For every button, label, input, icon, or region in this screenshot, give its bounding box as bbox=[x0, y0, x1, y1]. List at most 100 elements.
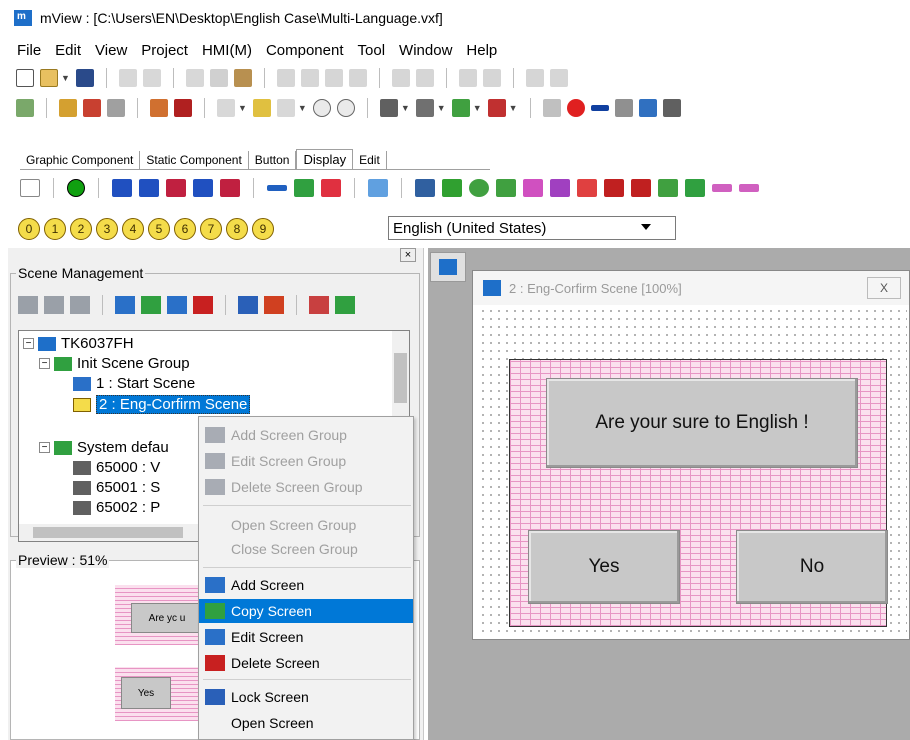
tab-edit[interactable]: Edit bbox=[353, 151, 387, 169]
user-log-icon[interactable] bbox=[631, 179, 651, 197]
align-top-icon[interactable] bbox=[300, 69, 319, 87]
delete-group-icon[interactable] bbox=[70, 296, 90, 314]
compile-icon[interactable] bbox=[107, 99, 125, 117]
tree-item-start-scene[interactable]: 1 : Start Scene bbox=[73, 375, 195, 392]
edit-screen-icon[interactable] bbox=[167, 296, 187, 314]
menu-window[interactable]: Window bbox=[392, 42, 459, 59]
tab-display[interactable]: Display bbox=[296, 149, 354, 169]
menu-component[interactable]: Component bbox=[259, 42, 351, 59]
scatter-icon[interactable] bbox=[550, 179, 570, 197]
user-icon[interactable] bbox=[658, 179, 678, 197]
data-table-icon[interactable] bbox=[577, 179, 597, 197]
back-icon[interactable] bbox=[685, 179, 705, 197]
collapse-icon[interactable]: − bbox=[39, 442, 50, 453]
tab-button[interactable]: Button bbox=[249, 151, 297, 169]
language-index-8[interactable]: 8 bbox=[226, 218, 248, 240]
layout-dropdown-icon[interactable]: ▼ bbox=[298, 103, 307, 113]
add-screen-icon[interactable] bbox=[115, 296, 135, 314]
font-icon[interactable] bbox=[549, 69, 568, 87]
edit-group-icon[interactable] bbox=[44, 296, 64, 314]
pen-icon[interactable] bbox=[451, 99, 470, 117]
open-screen-icon[interactable] bbox=[264, 296, 284, 314]
pointer-icon[interactable] bbox=[20, 179, 40, 197]
save-icon[interactable] bbox=[75, 69, 94, 87]
curve-icon[interactable] bbox=[739, 184, 759, 192]
tree-group-init[interactable]: − Init Scene Group bbox=[39, 355, 190, 372]
window-dropdown-icon[interactable]: ▼ bbox=[238, 103, 247, 113]
collapse-icon[interactable]: − bbox=[23, 338, 34, 349]
export-icon[interactable] bbox=[335, 296, 355, 314]
ascii-display-icon[interactable] bbox=[139, 179, 159, 197]
menu-close-screen-group[interactable]: Close Screen Group bbox=[199, 537, 413, 561]
menu-open-screen[interactable]: Open Screen bbox=[199, 711, 413, 735]
network-dropdown-icon[interactable]: ▼ bbox=[401, 103, 410, 113]
order-icon[interactable] bbox=[525, 69, 544, 87]
open-dropdown-icon[interactable]: ▼ bbox=[61, 73, 70, 83]
ungroup-icon[interactable] bbox=[482, 69, 501, 87]
menu-add-screen-group[interactable]: Add Screen Group bbox=[199, 423, 413, 447]
xy-plot-icon[interactable] bbox=[523, 179, 543, 197]
trend-icon[interactable] bbox=[368, 179, 388, 197]
arrow-right-icon[interactable] bbox=[590, 105, 609, 111]
tree-group-system[interactable]: − System defau bbox=[39, 439, 169, 456]
redo-icon[interactable] bbox=[142, 69, 161, 87]
network-icon[interactable] bbox=[379, 99, 398, 117]
bar-graph-icon[interactable] bbox=[267, 185, 287, 191]
new-file-icon[interactable] bbox=[16, 69, 34, 87]
alarm-list-icon[interactable] bbox=[496, 179, 516, 197]
list-icon[interactable] bbox=[16, 99, 34, 117]
menu-copy-screen[interactable]: Copy Screen bbox=[199, 599, 413, 623]
collapse-icon[interactable]: − bbox=[39, 358, 50, 369]
lamp-icon[interactable] bbox=[67, 179, 85, 197]
simulate-online-icon[interactable] bbox=[174, 99, 192, 117]
bit-display-icon[interactable] bbox=[166, 179, 186, 197]
sound-icon[interactable] bbox=[614, 99, 633, 117]
tree-item-sys3[interactable]: 65002 : P bbox=[73, 499, 160, 516]
recipe-icon[interactable] bbox=[442, 179, 462, 197]
align-left-icon[interactable] bbox=[276, 69, 295, 87]
scene-window-titlebar[interactable]: 2 : Eng-Corfirm Scene [100%] bbox=[473, 271, 909, 305]
picture-icon[interactable] bbox=[638, 99, 657, 117]
same-width-icon[interactable] bbox=[391, 69, 410, 87]
paste-icon[interactable] bbox=[233, 69, 252, 87]
menu-lock-screen[interactable]: Lock Screen bbox=[199, 685, 413, 709]
cut-icon[interactable] bbox=[185, 69, 204, 87]
menu-delete-screen[interactable]: Delete Screen bbox=[199, 651, 413, 675]
menu-help[interactable]: Help bbox=[459, 42, 504, 59]
scrollbar-thumb[interactable] bbox=[33, 527, 183, 538]
tree-item-sys1[interactable]: 65000 : V bbox=[73, 459, 160, 476]
history-icon[interactable] bbox=[415, 179, 435, 197]
plug-icon[interactable] bbox=[415, 99, 434, 117]
alarm-icon[interactable] bbox=[566, 99, 585, 117]
align-center-icon[interactable] bbox=[324, 69, 343, 87]
menu-project[interactable]: Project bbox=[134, 42, 195, 59]
close-button[interactable]: X bbox=[867, 277, 901, 299]
design-canvas[interactable]: Are your sure to English ! Yes No bbox=[479, 307, 907, 637]
abc-icon[interactable] bbox=[487, 99, 506, 117]
language-index-7[interactable]: 7 bbox=[200, 218, 222, 240]
wave-icon[interactable] bbox=[712, 184, 732, 192]
scrollbar-thumb[interactable] bbox=[394, 353, 407, 403]
prompt-button[interactable]: Are your sure to English ! bbox=[546, 378, 858, 468]
tab-graphic-component[interactable]: Graphic Component bbox=[20, 151, 141, 169]
clock-display-icon[interactable] bbox=[193, 179, 213, 197]
menu-edit-screen-group[interactable]: Edit Screen Group bbox=[199, 449, 413, 473]
language-index-6[interactable]: 6 bbox=[174, 218, 196, 240]
language-index-9[interactable]: 9 bbox=[252, 218, 274, 240]
group-icon[interactable] bbox=[458, 69, 477, 87]
copy-icon[interactable] bbox=[209, 69, 228, 87]
same-height-icon[interactable] bbox=[415, 69, 434, 87]
menu-view[interactable]: View bbox=[88, 42, 134, 59]
download-icon[interactable] bbox=[59, 99, 77, 117]
language-index-0[interactable]: 0 bbox=[18, 218, 40, 240]
scene-editor-window[interactable]: 2 : Eng-Corfirm Scene [100%] X Are your … bbox=[472, 270, 910, 640]
pen-dropdown-icon[interactable]: ▼ bbox=[473, 103, 482, 113]
add-group-icon[interactable] bbox=[18, 296, 38, 314]
abc-dropdown-icon[interactable]: ▼ bbox=[509, 103, 518, 113]
operation-log-icon[interactable] bbox=[604, 179, 624, 197]
upload-icon[interactable] bbox=[83, 99, 101, 117]
menu-hmi[interactable]: HMI(M) bbox=[195, 42, 259, 59]
menu-file[interactable]: File bbox=[10, 42, 48, 59]
event-icon[interactable] bbox=[469, 179, 489, 197]
import-icon[interactable] bbox=[309, 296, 329, 314]
